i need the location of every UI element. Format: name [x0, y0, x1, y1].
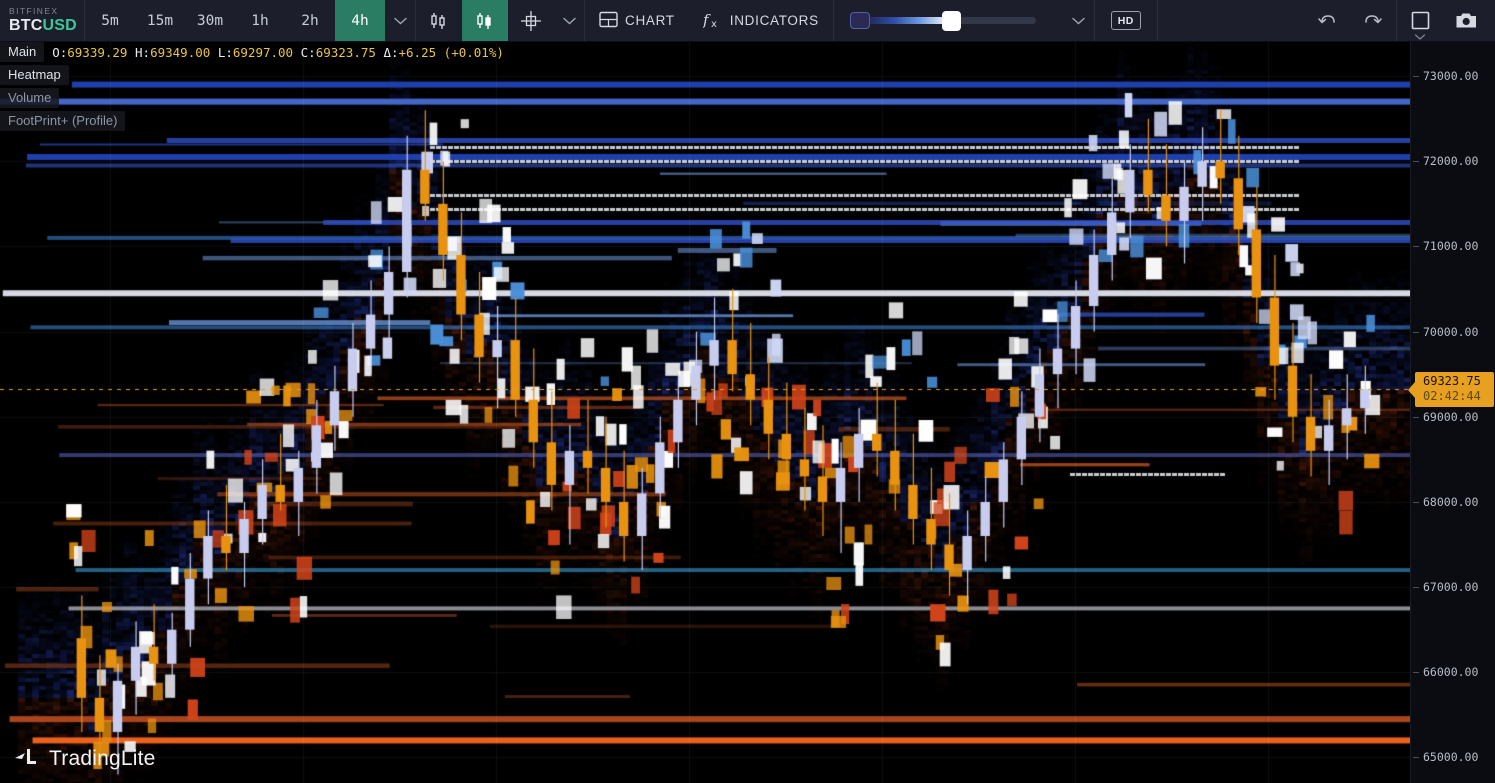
layout-square-icon[interactable] [1397, 0, 1443, 41]
timeframe-15m[interactable]: 15m [135, 0, 185, 41]
ohlc-low-key: L: [218, 45, 233, 60]
candlestick-bar-icon[interactable] [416, 0, 462, 41]
fx-icon: f x [703, 10, 723, 32]
chart-grid-icon [599, 11, 618, 31]
candlestick-chart-icon[interactable] [462, 0, 508, 41]
indicators-button[interactable]: f x INDICATORS [689, 0, 833, 41]
chart-rendering-canvas[interactable] [0, 42, 1410, 783]
chart-legend: Main O:69339.29 H:69349.00 L:69297.00 C:… [0, 42, 504, 134]
timeframe-1h[interactable]: 1h [235, 0, 285, 41]
undo-icon[interactable] [1304, 0, 1350, 41]
ohlc-delta-key: Δ: [383, 45, 398, 60]
ohlc-high-key: H: [135, 45, 150, 60]
exchange-label: BITFINEX [9, 7, 84, 16]
legend-row-footprint: FootPrint+ (Profile) [0, 111, 504, 131]
ohlc-change-pct: (+0.01%) [444, 45, 504, 60]
depth-slider-container [834, 0, 1064, 41]
top-toolbar: BITFINEX BTCUSD 5m 15m 30m 1h 2h 4h [0, 0, 1495, 42]
symbol-selector[interactable]: BITFINEX BTCUSD [0, 0, 84, 41]
legend-label-volume[interactable]: Volume [0, 88, 59, 108]
symbol-base: BTC [9, 17, 42, 34]
crosshair-icon[interactable] [508, 0, 554, 41]
ohlc-delta-value: +6.25 [399, 45, 437, 60]
chevron-down-icon-crosshair[interactable] [554, 0, 584, 41]
ohlc-open-key: O: [52, 45, 67, 60]
ohlc-low-value: 69297.00 [233, 45, 293, 60]
chart-button[interactable]: CHART [585, 0, 689, 41]
price-tick: 69000.00 [1423, 410, 1478, 424]
symbol-quote: USD [42, 17, 76, 34]
ohlc-close-key: C: [301, 45, 316, 60]
toolbar-spacer [1158, 0, 1304, 41]
camera-icon[interactable] [1443, 0, 1489, 41]
tradinglite-app: BITFINEX BTCUSD 5m 15m 30m 1h 2h 4h [0, 0, 1495, 783]
symbol-pair-label: BTCUSD [9, 18, 84, 34]
svg-text:f: f [703, 11, 711, 29]
legend-label-heatmap[interactable]: Heatmap [0, 65, 69, 85]
redo-icon[interactable] [1350, 0, 1396, 41]
legend-label-footprint[interactable]: FootPrint+ (Profile) [0, 111, 125, 131]
legend-row-volume: Volume [0, 88, 504, 108]
price-tick: 71000.00 [1423, 239, 1478, 253]
depth-slider[interactable] [850, 12, 1050, 29]
current-price-value: 69323.75 [1423, 374, 1494, 389]
indicators-button-label: INDICATORS [730, 13, 819, 28]
current-price-tag: 69323.75 02:42:44 [1415, 372, 1494, 407]
price-tick: 65000.00 [1423, 750, 1478, 764]
timeframe-30m[interactable]: 30m [185, 0, 235, 41]
chevron-down-icon-layout[interactable] [1415, 34, 1426, 40]
ohlc-readout: O:69339.29 H:69349.00 L:69297.00 C:69323… [44, 45, 504, 60]
price-tick: 70000.00 [1423, 325, 1478, 339]
chart-canvas-area[interactable]: Main O:69339.29 H:69349.00 L:69297.00 C:… [0, 42, 1410, 783]
price-tick: 66000.00 [1423, 665, 1478, 679]
slider-fill [864, 17, 950, 24]
chart-button-label: CHART [625, 13, 675, 28]
price-axis[interactable]: 73000.00 72000.00 71000.00 70000.00 69000.00… [1410, 42, 1495, 783]
svg-text:x: x [711, 19, 718, 29]
timeframe-5m[interactable]: 5m [85, 0, 135, 41]
legend-row-main: Main O:69339.29 H:69349.00 L:69297.00 C:… [0, 42, 504, 62]
timeframe-2h[interactable]: 2h [285, 0, 335, 41]
chevron-down-icon-timeframe[interactable] [385, 0, 415, 41]
price-tick: 68000.00 [1423, 495, 1478, 509]
hd-quality-button[interactable]: HD [1095, 0, 1157, 41]
hd-badge-label: HD [1111, 11, 1141, 30]
candle-countdown: 02:42:44 [1423, 389, 1494, 404]
price-tick: 73000.00 [1423, 69, 1478, 83]
ohlc-open-value: 69339.29 [67, 45, 127, 60]
slider-handle-right[interactable] [942, 11, 961, 31]
slider-handle-left[interactable] [850, 12, 870, 29]
price-tick: 67000.00 [1423, 580, 1478, 594]
price-tick: 72000.00 [1423, 154, 1478, 168]
chevron-down-icon-slider[interactable] [1064, 0, 1094, 41]
ohlc-close-value: 69323.75 [316, 45, 376, 60]
timeframe-4h[interactable]: 4h [335, 0, 385, 41]
ohlc-high-value: 69349.00 [150, 45, 210, 60]
legend-row-heatmap: Heatmap [0, 65, 504, 85]
legend-label-main[interactable]: Main [0, 42, 44, 62]
